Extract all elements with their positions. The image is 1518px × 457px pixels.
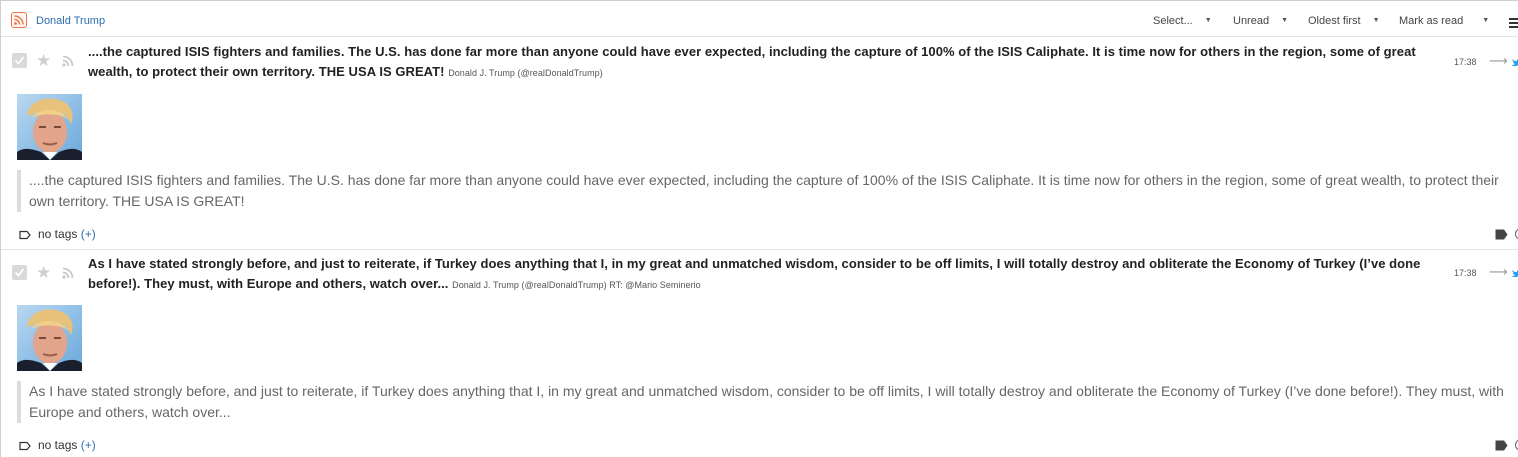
entry-content: ....the captured ISIS fighters and famil… (17, 170, 1517, 212)
entry-title-text: ....the captured ISIS fighters and famil… (88, 44, 1416, 79)
entry-time: 17:38 (1454, 57, 1477, 67)
feed-title-link[interactable]: Donald Trump (36, 14, 105, 28)
open-link-arrow-icon[interactable]: ⟶ (1489, 54, 1508, 67)
mark-as-read-dropdown[interactable]: Mark as read ▼ (1399, 14, 1489, 28)
rss-icon[interactable] (61, 54, 75, 68)
tag-filled-icon[interactable] (1495, 440, 1508, 451)
mark-as-read-label: Mark as read (1399, 15, 1464, 27)
entry-time: 17:38 (1454, 268, 1477, 278)
entry-divider (1, 249, 1518, 250)
sort-dropdown[interactable]: Oldest first ▼ (1308, 14, 1380, 28)
avatar (17, 305, 82, 371)
tags-label: no tags (38, 438, 78, 452)
add-tag-button[interactable]: (+) (81, 227, 96, 241)
tag-filled-icon[interactable] (1495, 229, 1508, 240)
select-dropdown-label: Select... (1153, 15, 1193, 27)
entry-tags: no tags (+) (19, 227, 96, 241)
entry-content: As I have stated strongly before, and ju… (17, 381, 1517, 423)
chevron-down-icon: ▼ (1281, 17, 1289, 24)
entry-author: Donald J. Trump (@realDonaldTrump) RT: @… (452, 280, 701, 290)
rss-icon[interactable] (61, 266, 75, 280)
feed-entry: ★ ....the captured ISIS fighters and fam… (1, 38, 1518, 249)
rss-icon (11, 12, 27, 28)
hamburger-menu-icon[interactable] (1509, 18, 1518, 28)
entry-tags: no tags (+) (19, 438, 96, 452)
open-link-arrow-icon[interactable]: ⟶ (1489, 265, 1508, 278)
entry-title[interactable]: ....the captured ISIS fighters and famil… (88, 42, 1443, 83)
chevron-down-icon: ▼ (1372, 17, 1380, 24)
feed-header: Donald Trump Select... ▼ Unread ▼ Oldest f… (1, 1, 1518, 37)
filter-dropdown-label: Unread (1233, 15, 1270, 27)
add-tag-button[interactable]: (+) (81, 438, 96, 452)
filter-dropdown[interactable]: Unread ▼ (1233, 14, 1288, 28)
entry-title[interactable]: As I have stated strongly before, and ju… (88, 254, 1443, 295)
select-dropdown[interactable]: Select... ▼ (1153, 14, 1212, 28)
tag-outline-icon (19, 441, 31, 451)
star-icon[interactable]: ★ (36, 264, 51, 281)
twitter-bird-icon[interactable] (1512, 268, 1518, 278)
chevron-down-icon: ▼ (1204, 17, 1212, 24)
star-icon[interactable]: ★ (36, 52, 51, 69)
chevron-down-icon: ▼ (1482, 17, 1490, 24)
entry-author: Donald J. Trump (@realDonaldTrump) (448, 68, 603, 78)
feed-reader-panel: Donald Trump Select... ▼ Unread ▼ Oldest f… (0, 0, 1518, 457)
tag-outline-icon (19, 230, 31, 240)
feed-entry: ★ As I have stated strongly before, and … (1, 249, 1518, 457)
entry-title-text: As I have stated strongly before, and ju… (88, 256, 1421, 291)
sort-dropdown-label: Oldest first (1308, 15, 1361, 27)
mark-read-checkbox[interactable] (12, 265, 27, 280)
mark-read-checkbox[interactable] (12, 53, 27, 68)
avatar (17, 94, 82, 160)
twitter-bird-icon[interactable] (1512, 57, 1518, 67)
tags-label: no tags (38, 227, 78, 241)
